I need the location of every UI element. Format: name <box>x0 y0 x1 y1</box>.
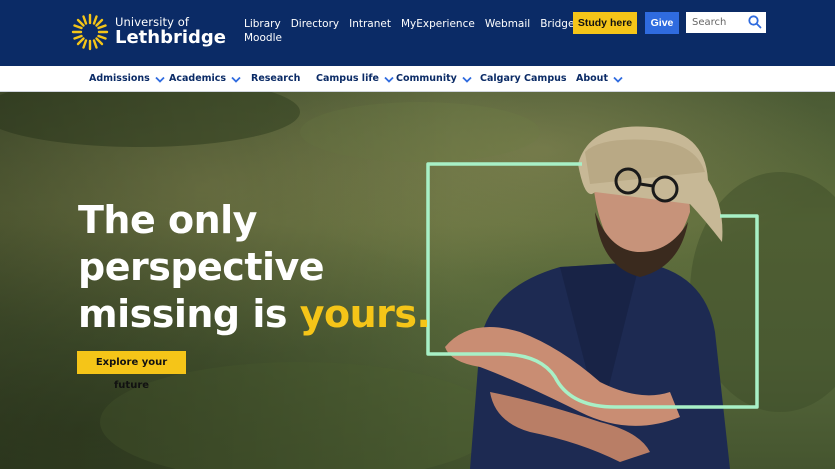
nav-item-label: Academics <box>169 73 227 84</box>
nav-item-label: About <box>576 73 608 84</box>
explore-your-future-button[interactable]: Explore your future <box>77 351 186 391</box>
utility-link-webmail[interactable]: Webmail <box>485 18 530 30</box>
search-input[interactable] <box>686 12 746 33</box>
nav-item-label: Campus life <box>316 73 379 84</box>
hero-headline: The only perspective missing is yours. <box>78 197 438 338</box>
hero-section: The only perspective missing is yours. E… <box>0 92 835 469</box>
study-here-button[interactable]: Study here <box>573 12 637 34</box>
university-logo[interactable]: University of Lethbridge <box>70 12 226 52</box>
nav-item-label: Research <box>251 73 301 84</box>
nav-item-academics[interactable]: Academics <box>169 66 241 92</box>
nav-item-label: Community <box>396 73 457 84</box>
search-icon[interactable] <box>747 14 763 30</box>
nav-item-label: Calgary Campus <box>480 73 567 84</box>
nav-item-community[interactable]: Community <box>396 66 472 92</box>
chevron-down-icon <box>462 76 472 83</box>
utility-link-library[interactable]: Library <box>244 18 281 30</box>
nav-item-about[interactable]: About <box>576 66 623 92</box>
chevron-down-icon <box>384 76 394 83</box>
logo-line-2: Lethbridge <box>115 27 227 49</box>
utility-link-intranet[interactable]: Intranet <box>349 18 391 30</box>
utility-link-moodle[interactable]: Moodle <box>244 32 282 44</box>
chevron-down-icon <box>231 76 241 83</box>
nav-item-research[interactable]: Research <box>251 66 300 92</box>
main-nav: Admissions Academics Research Campus lif… <box>0 66 835 92</box>
sunburst-logo-icon <box>71 13 109 51</box>
logo-wordmark: University of Lethbridge <box>115 16 227 49</box>
nav-item-label: Admissions <box>89 73 150 84</box>
headline-line-3: missing is <box>78 292 300 336</box>
give-button[interactable]: Give <box>645 12 679 34</box>
utility-nav: Library Directory Intranet MyExperience Webm… <box>244 17 574 45</box>
search-box <box>686 12 766 33</box>
nav-item-campus-life[interactable]: Campus life <box>316 66 394 92</box>
nav-item-admissions[interactable]: Admissions <box>89 66 165 92</box>
chevron-down-icon <box>155 76 165 83</box>
headline-line-2: perspective <box>78 245 325 289</box>
utility-link-myexperience[interactable]: MyExperience <box>401 18 475 30</box>
site-header: University of Lethbridge Library Director… <box>0 0 835 66</box>
utility-link-directory[interactable]: Directory <box>291 18 339 30</box>
utility-link-bridge[interactable]: Bridge <box>540 18 574 30</box>
chevron-down-icon <box>613 76 623 83</box>
headline-accent: yours. <box>299 292 431 336</box>
nav-item-calgary-campus[interactable]: Calgary Campus <box>480 66 567 92</box>
headline-line-1: The only <box>78 198 257 242</box>
